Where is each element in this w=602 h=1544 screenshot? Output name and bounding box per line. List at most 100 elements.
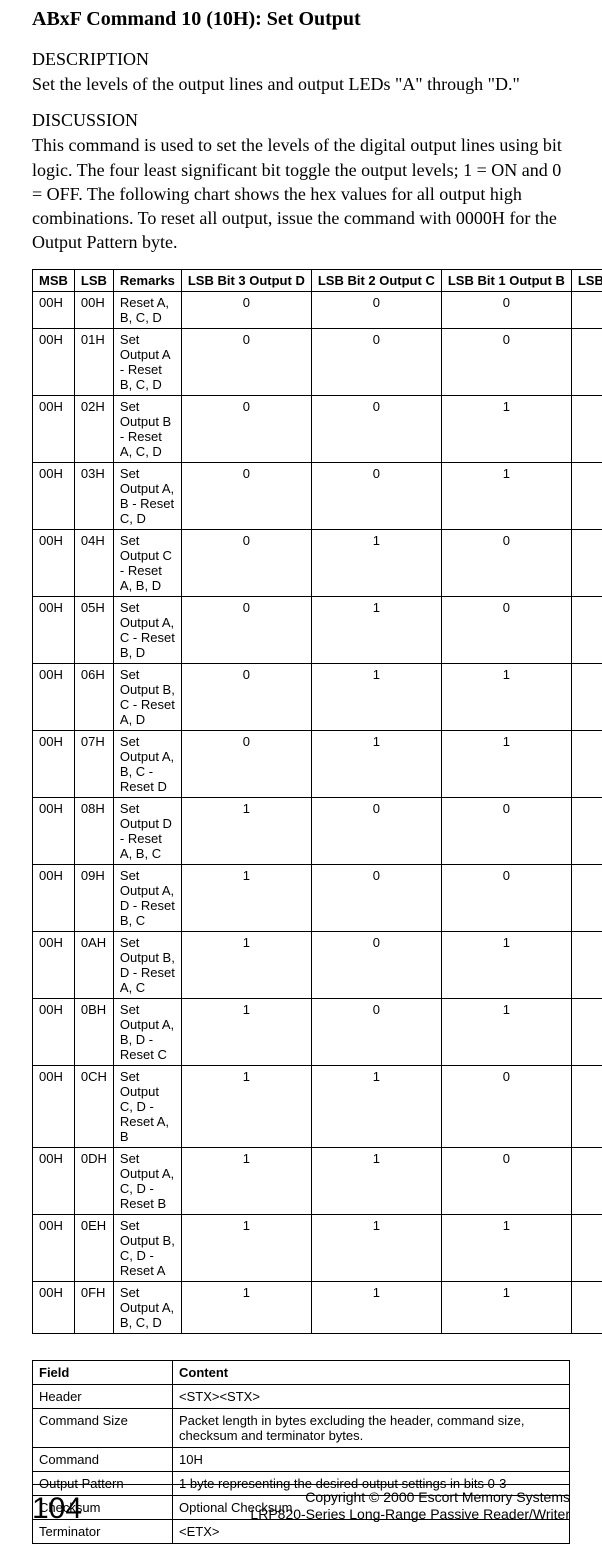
- cell-bit-a: 0: [571, 291, 602, 328]
- table-row: 00H02HSet Output B - Reset A, C, D0010: [33, 395, 602, 462]
- table-row: 00H0BHSet Output A, B, D - Reset C1011: [33, 998, 602, 1065]
- table-row: Command SizePacket length in bytes exclu…: [33, 1408, 570, 1447]
- cell-msb: 00H: [33, 462, 75, 529]
- cell-bit-c: 1: [311, 529, 441, 596]
- cell-bit-b: 1: [441, 462, 571, 529]
- table-row: 00H0CHSet Output C, D - Reset A, B1100: [33, 1065, 602, 1147]
- cell-content: <STX><STX>: [173, 1384, 570, 1408]
- th-content: Content: [173, 1360, 570, 1384]
- cell-lsb: 0CH: [74, 1065, 113, 1147]
- cell-bit-c: 0: [311, 931, 441, 998]
- table-row: Header<STX><STX>: [33, 1384, 570, 1408]
- cell-bit-a: 0: [571, 395, 602, 462]
- cell-bit-b: 0: [441, 328, 571, 395]
- th-bit0: LSB Bit 0 Output A: [571, 269, 602, 291]
- cell-bit-d: 1: [181, 1281, 311, 1333]
- cell-remarks: Set Output A, C - Reset B, D: [113, 596, 181, 663]
- cell-lsb: 0EH: [74, 1214, 113, 1281]
- table-row: 00H06HSet Output B, C - Reset A, D0110: [33, 663, 602, 730]
- cell-remarks: Reset A, B, C, D: [113, 291, 181, 328]
- cell-remarks: Set Output D - Reset A, B, C: [113, 797, 181, 864]
- cell-bit-a: 1: [571, 596, 602, 663]
- cell-bit-d: 0: [181, 395, 311, 462]
- table-row: 00H03HSet Output A, B - Reset C, D0011: [33, 462, 602, 529]
- footer-copy: Copyright © 2000 Escort Memory Systems L…: [250, 1489, 570, 1524]
- cell-bit-b: 1: [441, 1214, 571, 1281]
- cell-lsb: 0DH: [74, 1147, 113, 1214]
- page: ABxF Command 10 (10H): Set Output DESCRI…: [0, 0, 602, 1544]
- cell-bit-d: 0: [181, 663, 311, 730]
- cell-bit-b: 1: [441, 998, 571, 1065]
- cell-content: Packet length in bytes excluding the hea…: [173, 1408, 570, 1447]
- cell-bit-b: 1: [441, 1281, 571, 1333]
- cell-bit-b: 0: [441, 596, 571, 663]
- cell-lsb: 09H: [74, 864, 113, 931]
- cell-bit-c: 1: [311, 1065, 441, 1147]
- th-remarks: Remarks: [113, 269, 181, 291]
- cell-field: Header: [33, 1384, 173, 1408]
- cell-bit-d: 0: [181, 328, 311, 395]
- cell-lsb: 07H: [74, 730, 113, 797]
- cell-remarks: Set Output A, D - Reset B, C: [113, 864, 181, 931]
- cell-bit-a: 0: [571, 1214, 602, 1281]
- th-lsb: LSB: [74, 269, 113, 291]
- cell-bit-b: 0: [441, 864, 571, 931]
- product-line: LRP820-Series Long-Range Passive Reader/…: [250, 1506, 570, 1524]
- cell-bit-d: 1: [181, 797, 311, 864]
- cell-lsb: 01H: [74, 328, 113, 395]
- cell-bit-b: 0: [441, 1065, 571, 1147]
- cell-bit-b: 0: [441, 797, 571, 864]
- cell-bit-c: 0: [311, 291, 441, 328]
- cell-msb: 00H: [33, 328, 75, 395]
- copyright-line: Copyright © 2000 Escort Memory Systems: [250, 1489, 570, 1507]
- cell-bit-a: 1: [571, 864, 602, 931]
- table-row: 00H0DHSet Output A, C, D - Reset B1101: [33, 1147, 602, 1214]
- cell-msb: 00H: [33, 931, 75, 998]
- cell-remarks: Set Output B, D - Reset A, C: [113, 931, 181, 998]
- table-row: 00H0EHSet Output B, C, D - Reset A1110: [33, 1214, 602, 1281]
- cell-bit-d: 1: [181, 1214, 311, 1281]
- page-title: ABxF Command 10 (10H): Set Output: [32, 8, 570, 31]
- table-row: 00H09HSet Output A, D - Reset B, C1001: [33, 864, 602, 931]
- description-text: Set the levels of the output lines and o…: [32, 72, 570, 96]
- cell-bit-c: 0: [311, 395, 441, 462]
- cell-remarks: Set Output B - Reset A, C, D: [113, 395, 181, 462]
- table-row: 00H04HSet Output C - Reset A, B, D0100: [33, 529, 602, 596]
- cell-bit-c: 1: [311, 596, 441, 663]
- cell-lsb: 0AH: [74, 931, 113, 998]
- table-row: 00H00HReset A, B, C, D0000: [33, 291, 602, 328]
- cell-remarks: Set Output A, C, D - Reset B: [113, 1147, 181, 1214]
- cell-bit-c: 1: [311, 1281, 441, 1333]
- cell-bit-c: 1: [311, 1147, 441, 1214]
- cell-remarks: Set Output C - Reset A, B, D: [113, 529, 181, 596]
- truth-table: MSB LSB Remarks LSB Bit 3 Output D LSB B…: [32, 269, 602, 1334]
- cell-bit-b: 1: [441, 931, 571, 998]
- cell-bit-c: 1: [311, 1214, 441, 1281]
- cell-bit-a: 0: [571, 931, 602, 998]
- cell-lsb: 00H: [74, 291, 113, 328]
- cell-bit-c: 0: [311, 797, 441, 864]
- cell-msb: 00H: [33, 1281, 75, 1333]
- cell-bit-a: 1: [571, 328, 602, 395]
- cell-remarks: Set Output A, B, C, D: [113, 1281, 181, 1333]
- cell-lsb: 06H: [74, 663, 113, 730]
- table-row: 00H08HSet Output D - Reset A, B, C1000: [33, 797, 602, 864]
- cell-field: Command: [33, 1447, 173, 1471]
- table-row: Command10H: [33, 1447, 570, 1471]
- th-msb: MSB: [33, 269, 75, 291]
- cell-bit-b: 0: [441, 291, 571, 328]
- table-header-row: Field Content: [33, 1360, 570, 1384]
- cell-bit-a: 0: [571, 663, 602, 730]
- cell-bit-a: 1: [571, 1281, 602, 1333]
- table-row: 00H0FHSet Output A, B, C, D1111: [33, 1281, 602, 1333]
- cell-bit-a: 1: [571, 998, 602, 1065]
- cell-msb: 00H: [33, 529, 75, 596]
- cell-bit-a: 0: [571, 529, 602, 596]
- cell-bit-d: 0: [181, 291, 311, 328]
- table-row: 00H01HSet Output A - Reset B, C, D0001: [33, 328, 602, 395]
- cell-bit-d: 1: [181, 864, 311, 931]
- cell-bit-b: 0: [441, 529, 571, 596]
- page-number: 104: [32, 1494, 82, 1524]
- cell-bit-d: 1: [181, 998, 311, 1065]
- cell-bit-d: 0: [181, 529, 311, 596]
